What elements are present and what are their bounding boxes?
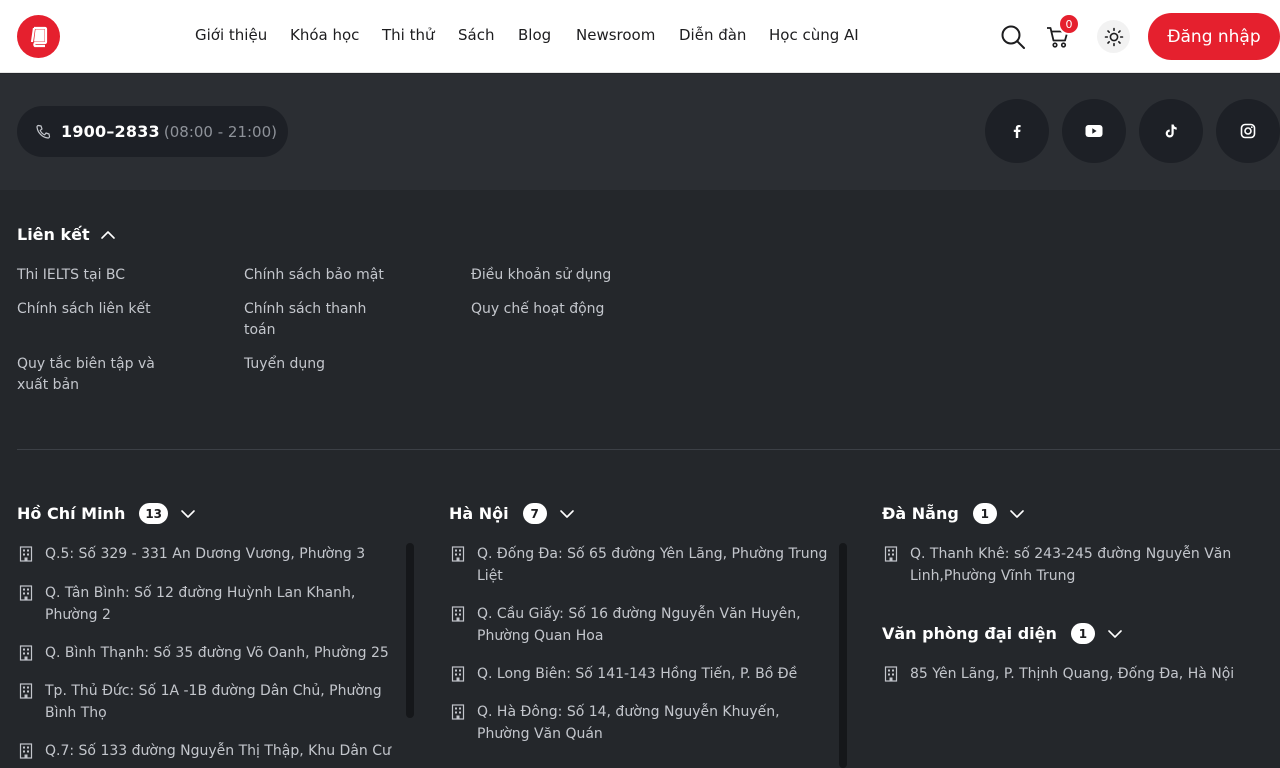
nav-thi-thu[interactable]: Thi thử [382,26,435,44]
building-icon [451,546,465,562]
office-hn-count: 7 [522,503,547,524]
phone-icon [36,124,51,139]
office-address: Q. Tân Bình: Số 12 đường Huỳnh Lan Khanh… [45,585,356,623]
office-hcm-item: Q. Tân Bình: Số 12 đường Huỳnh Lan Khanh… [19,582,394,626]
office-address: Q. Bình Thạnh: Số 35 đường Võ Oanh, Phườ… [45,645,389,661]
building-icon [19,743,33,759]
building-icon [884,666,898,682]
office-address: Q. Cầu Giấy: Số 16 đường Nguyễn Văn Huyê… [477,606,801,644]
link-quy-tac-bien-tap[interactable]: Quy tắc biên tập và xuất bản [17,354,177,396]
link-dieu-khoan-su-dung[interactable]: Điều khoản sử dụng [471,265,661,286]
office-hn-item: Q. Hà Đông: Số 14, đường Nguyễn Khuyến, … [451,701,836,745]
office-address: Q.5: Số 329 - 331 An Dương Vương, Phường… [45,546,366,562]
office-dn-count: 1 [972,503,997,524]
hotline-number: 1900–2833 [61,122,160,141]
cart-count-badge: 0 [1058,13,1080,35]
building-icon [451,606,465,622]
links-section-title: Liên kết [17,225,90,244]
book-icon [30,26,47,47]
login-button[interactable]: Đăng nhập [1148,13,1280,60]
office-rep-count: 1 [1070,623,1095,644]
office-hcm-title: Hồ Chí Minh [17,504,126,523]
office-hn-item: Q. Long Biên: Số 141-143 Hồng Tiến, P. B… [451,663,831,685]
office-hcm-count: 13 [139,503,169,524]
building-icon [19,546,33,562]
site-logo[interactable] [17,15,60,58]
office-hn-item: Q. Cầu Giấy: Số 16 đường Nguyễn Văn Huyê… [451,603,826,647]
building-icon [451,666,465,682]
section-divider [17,449,1280,450]
search-icon [1001,25,1025,49]
building-icon [19,683,33,699]
search-button[interactable] [998,22,1028,52]
link-chinh-sach-lien-ket[interactable]: Chính sách liên kết [17,299,207,320]
office-dn-title: Đà Nẵng [882,504,959,523]
nav-dien-dan[interactable]: Diễn đàn [679,26,746,44]
office-hn-item: Q. Đống Đa: Số 65 đường Yên Lãng, Phường… [451,543,836,587]
office-hcm-toggle[interactable]: Hồ Chí Minh 13 [17,503,196,524]
contact-band: 1900–2833 (08:00 - 21:00) [0,74,1280,190]
office-address: Q. Hà Đông: Số 14, đường Nguyễn Khuyến, … [477,704,780,742]
building-icon [451,704,465,720]
chevron-up-icon [100,230,115,239]
instagram-link[interactable] [1216,99,1280,163]
chevron-down-icon [1108,629,1122,638]
office-hn-scrollbar[interactable] [839,543,847,768]
office-address: Q. Thanh Khê: số 243-245 đường Nguyễn Vă… [910,546,1232,584]
theme-toggle-button[interactable] [1097,20,1130,53]
links-section-toggle[interactable]: Liên kết [17,225,116,244]
office-address: Q. Long Biên: Số 141-143 Hồng Tiến, P. B… [477,666,798,682]
link-quy-che-hoat-dong[interactable]: Quy chế hoạt động [471,299,661,320]
tiktok-link[interactable] [1139,99,1203,163]
chevron-down-icon [1010,509,1024,518]
building-icon [19,645,33,661]
building-icon [884,546,898,562]
youtube-icon [1085,125,1103,137]
nav-hoc-cung-ai[interactable]: Học cùng AI [769,26,859,44]
nav-sach[interactable]: Sách [458,26,494,44]
hotline-pill[interactable]: 1900–2833 (08:00 - 21:00) [17,106,288,157]
link-chinh-sach-thanh-toan[interactable]: Chính sách thanh toán [244,299,394,341]
office-hn-title: Hà Nội [449,504,509,523]
office-address: 85 Yên Lãng, P. Thịnh Quang, Đống Đa, Hà… [910,666,1235,682]
hotline-hours: (08:00 - 21:00) [163,122,277,141]
office-hcm-item: Tp. Thủ Đức: Số 1A -1B đường Dân Chủ, Ph… [19,680,394,724]
office-hn-toggle[interactable]: Hà Nội 7 [449,503,575,524]
office-hcm-item: Q.5: Số 329 - 331 An Dương Vương, Phường… [19,543,394,565]
office-hcm-item: Q.7: Số 133 đường Nguyễn Thị Thập, Khu D… [19,740,399,762]
office-address: Tp. Thủ Đức: Số 1A -1B đường Dân Chủ, Ph… [45,683,382,721]
sun-icon [1104,27,1123,46]
site-header: Giới thiệu Khóa học Thi thử Sách Blog Ne… [0,0,1280,73]
link-thi-ielts-bc[interactable]: Thi IELTS tại BC [17,265,207,286]
office-address: Q.7: Số 133 đường Nguyễn Thị Thập, Khu D… [45,743,391,759]
office-rep-toggle[interactable]: Văn phòng đại diện 1 [882,623,1123,644]
facebook-icon [1013,124,1021,138]
office-address: Q. Đống Đa: Số 65 đường Yên Lãng, Phường… [477,546,828,584]
nav-gioi-thieu[interactable]: Giới thiệu [195,26,267,44]
link-tuyen-dung[interactable]: Tuyển dụng [244,354,434,375]
facebook-link[interactable] [985,99,1049,163]
instagram-icon [1240,123,1256,139]
office-hcm-scrollbar[interactable] [406,543,414,718]
youtube-link[interactable] [1062,99,1126,163]
office-dn-toggle[interactable]: Đà Nẵng 1 [882,503,1025,524]
office-rep-title: Văn phòng đại diện [882,624,1057,643]
building-icon [19,585,33,601]
link-chinh-sach-bao-mat[interactable]: Chính sách bảo mật [244,265,434,286]
nav-newsroom[interactable]: Newsroom [576,26,655,44]
office-dn-item: Q. Thanh Khê: số 243-245 đường Nguyễn Vă… [884,543,1244,587]
chevron-down-icon [181,509,195,518]
chevron-down-icon [559,509,574,518]
office-rep-item: 85 Yên Lãng, P. Thịnh Quang, Đống Đa, Hà… [884,663,1264,685]
nav-khoa-hoc[interactable]: Khóa học [290,26,359,44]
tiktok-icon [1165,124,1177,138]
office-hcm-item: Q. Bình Thạnh: Số 35 đường Võ Oanh, Phườ… [19,642,399,664]
nav-blog[interactable]: Blog [518,26,551,44]
